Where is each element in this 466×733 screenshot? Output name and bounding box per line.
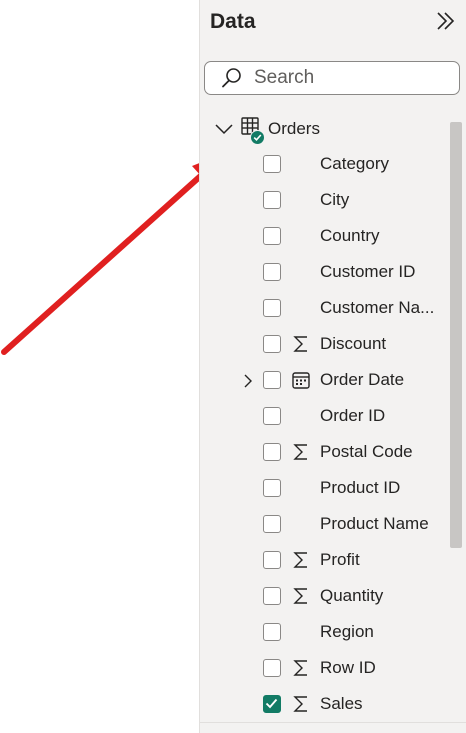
field-name: Country <box>320 226 380 245</box>
field-checkbox[interactable] <box>263 623 281 641</box>
field-row[interactable]: City <box>200 183 450 219</box>
field-checkbox[interactable] <box>263 515 281 533</box>
field-row[interactable]: Region <box>200 615 450 651</box>
chevron-down-icon[interactable] <box>214 119 234 139</box>
field-row[interactable]: Sales <box>200 687 450 723</box>
field-row[interactable]: Profit <box>200 543 450 579</box>
field-row[interactable]: Postal Code <box>200 435 450 471</box>
sigma-icon <box>293 336 307 352</box>
field-row[interactable]: Product Name <box>200 507 450 543</box>
field-checkbox[interactable] <box>263 479 281 497</box>
field-checkbox[interactable] <box>263 227 281 245</box>
field-row[interactable]: Country <box>200 219 450 255</box>
search-box[interactable] <box>204 61 460 95</box>
search-input[interactable] <box>252 66 446 90</box>
field-checkbox[interactable] <box>263 587 281 605</box>
field-row[interactable]: Customer ID <box>200 255 450 291</box>
field-name: Sales <box>320 694 363 713</box>
vertical-scrollbar[interactable] <box>450 122 462 548</box>
field-checkbox[interactable] <box>263 191 281 209</box>
field-name: Profit <box>320 550 360 569</box>
field-name: Product Name <box>320 514 429 533</box>
data-pane: Data Orders <box>199 0 466 733</box>
field-checkbox[interactable] <box>263 371 281 389</box>
calendar-icon <box>292 372 310 389</box>
double-chevron-right-icon <box>437 12 455 30</box>
pane-divider <box>200 722 466 723</box>
checkmark-icon <box>265 698 278 709</box>
chevron-right-icon[interactable] <box>240 373 256 389</box>
field-name: Discount <box>320 334 387 353</box>
table-item-orders[interactable]: Orders <box>214 115 444 145</box>
table-name: Orders <box>268 119 320 138</box>
field-name: Quantity <box>320 586 384 605</box>
field-row[interactable]: Product ID <box>200 471 450 507</box>
field-name: Customer Na... <box>320 298 435 317</box>
field-name: Category <box>320 154 389 173</box>
field-name: Postal Code <box>320 442 413 461</box>
table-icon-group <box>241 117 265 145</box>
field-name: Customer ID <box>320 262 416 281</box>
pane-title: Data <box>210 10 256 33</box>
field-row[interactable]: Order Date <box>200 363 450 399</box>
field-row[interactable]: Row ID <box>200 651 450 687</box>
field-checkbox[interactable] <box>263 335 281 353</box>
sigma-icon <box>293 588 307 604</box>
field-row[interactable]: Category <box>200 147 450 183</box>
field-checkbox[interactable] <box>263 263 281 281</box>
sigma-icon <box>293 444 307 460</box>
field-name: Region <box>320 622 374 641</box>
collapse-pane-button[interactable] <box>432 8 458 34</box>
field-checkbox[interactable] <box>263 659 281 677</box>
field-checkbox[interactable] <box>263 299 281 317</box>
field-checkbox[interactable] <box>263 407 281 425</box>
field-name: Order ID <box>320 406 386 425</box>
field-checkbox[interactable] <box>263 551 281 569</box>
field-name: Row ID <box>320 658 376 677</box>
search-icon <box>222 68 241 88</box>
check-badge-icon <box>250 130 265 145</box>
field-row[interactable]: Quantity <box>200 579 450 615</box>
field-row[interactable]: Discount <box>200 327 450 363</box>
field-row[interactable]: Order ID <box>200 399 450 435</box>
field-name: Product ID <box>320 478 401 497</box>
sigma-icon <box>293 552 307 568</box>
sigma-icon <box>293 660 307 676</box>
field-row[interactable]: Customer Na... <box>200 291 450 327</box>
sigma-icon <box>293 696 307 712</box>
field-checkbox[interactable] <box>263 443 281 461</box>
field-name: City <box>320 190 350 209</box>
field-name: Order Date <box>320 370 405 389</box>
field-checkbox[interactable] <box>263 155 281 173</box>
report-canvas <box>0 0 199 733</box>
field-checkbox-checked[interactable] <box>263 695 281 713</box>
